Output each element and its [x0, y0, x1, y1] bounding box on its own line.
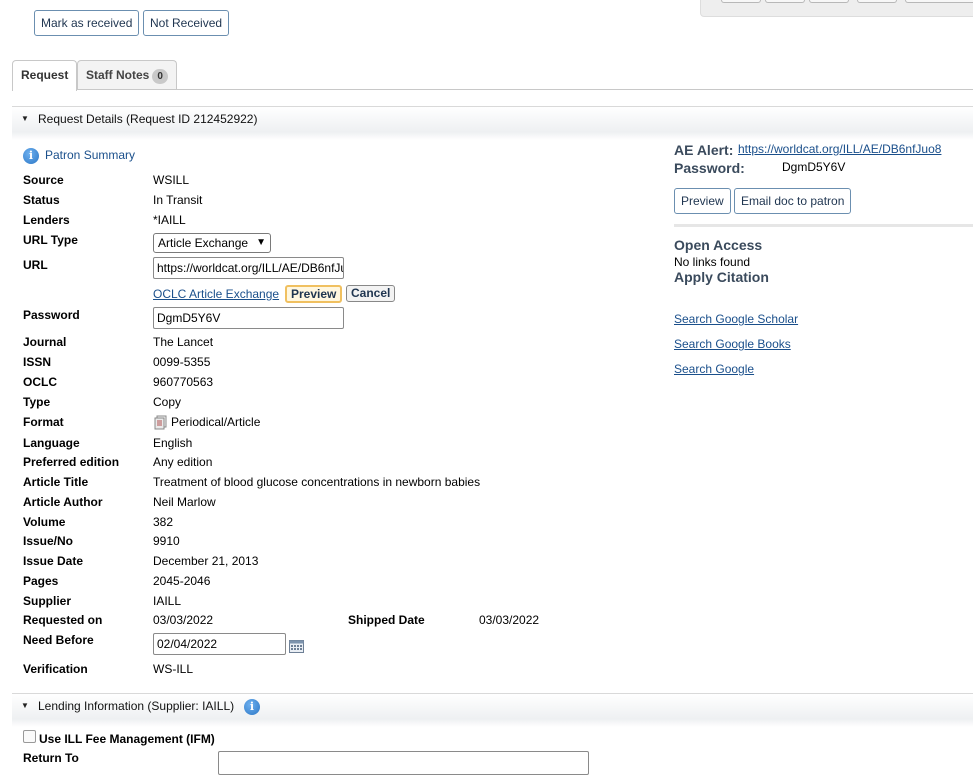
lenders-label: Lenders	[23, 213, 70, 227]
preferred-edition-value: Any edition	[153, 455, 213, 469]
shipped-date-label: Shipped Date	[348, 613, 425, 627]
request-details-title: Request Details (Request ID 212452922)	[38, 112, 258, 126]
toolbar-button[interactable]	[765, 0, 805, 3]
ae-password-value: DgmD5Y6V	[782, 160, 846, 174]
language-value: English	[153, 436, 193, 450]
journal-label: Journal	[23, 335, 67, 349]
tab-staff-notes-label: Staff Notes	[86, 68, 150, 82]
issue-value: 9910	[153, 534, 180, 548]
source-label: Source	[23, 173, 64, 187]
article-title-value: Treatment of blood glucose concentration…	[153, 475, 481, 489]
ae-password-label: Password:	[674, 160, 745, 176]
preferred-edition-label: Preferred edition	[23, 455, 120, 469]
ifm-label: Use ILL Fee Management (IFM)	[39, 732, 215, 746]
verification-label: Verification	[23, 662, 88, 676]
oclc-article-exchange-link[interactable]: OCLC Article Exchange	[153, 287, 279, 301]
issue-label: Issue/No	[23, 534, 74, 548]
password-label: Password	[23, 308, 80, 322]
shipped-date-value: 03/03/2022	[479, 613, 540, 627]
url-input[interactable]: https://worldcat.org/ILL/AE/DB6nfJuo8	[153, 257, 344, 279]
request-details-header[interactable]: ▼ Request Details (Request ID 212452922)	[12, 106, 973, 132]
issn-label: ISSN	[23, 355, 52, 369]
info-icon[interactable]: i	[244, 699, 260, 715]
triangle-down-icon: ▼	[21, 701, 29, 710]
journal-value: The Lancet	[153, 335, 214, 349]
chevron-down-icon: ▼	[256, 237, 266, 248]
article-title-label: Article Title	[23, 475, 89, 489]
url-cancel-button[interactable]: Cancel	[346, 285, 396, 302]
search-google-link[interactable]: Search Google	[674, 362, 754, 376]
toolbar-button[interactable]	[809, 0, 849, 3]
side-divider	[674, 224, 973, 227]
section-shadow	[12, 719, 973, 727]
url-type-select[interactable]: Article Exchange ▼	[153, 233, 271, 253]
side-preview-button[interactable]: Preview	[674, 188, 731, 214]
info-icon: i	[23, 148, 39, 164]
tab-request-label: Request	[21, 68, 69, 82]
section-shadow	[12, 132, 973, 140]
search-google-scholar-link[interactable]: Search Google Scholar	[674, 312, 798, 326]
password-input[interactable]: DgmD5Y6V	[153, 307, 344, 329]
requested-on-value: 03/03/2022	[153, 613, 214, 627]
mark-as-received-button[interactable]: Mark as received	[34, 10, 140, 36]
ae-alert-link[interactable]: https://worldcat.org/ILL/AE/DB6nfJuo8	[738, 142, 941, 156]
oclc-label: OCLC	[23, 375, 57, 389]
source-value: WSILL	[153, 173, 190, 187]
calendar-icon[interactable]	[289, 639, 304, 653]
issue-date-label: Issue Date	[23, 554, 84, 568]
lending-info-header[interactable]: ▼ Lending Information (Supplier: IAILL)	[12, 693, 973, 719]
status-value: In Transit	[153, 193, 203, 207]
not-received-button[interactable]: Not Received	[143, 10, 230, 36]
oclc-value: 960770563	[153, 375, 214, 389]
toolbar-button[interactable]	[905, 0, 973, 3]
search-google-books-link[interactable]: Search Google Books	[674, 337, 791, 351]
toolbar-button[interactable]	[721, 0, 761, 3]
language-label: Language	[23, 436, 80, 450]
status-label: Status	[23, 193, 60, 207]
toolbar-button[interactable]	[857, 0, 897, 3]
periodical-icon	[154, 415, 167, 430]
staff-notes-count-badge: 0	[152, 69, 168, 84]
format-label: Format	[23, 415, 64, 429]
url-type-label: URL Type	[23, 233, 78, 247]
pages-value: 2045-2046	[153, 574, 211, 588]
url-label: URL	[23, 258, 48, 272]
supplier-value: IAILL	[153, 594, 182, 608]
lending-info-title: Lending Information (Supplier: IAILL)	[38, 699, 235, 713]
article-author-label: Article Author	[23, 495, 103, 509]
issue-date-value: December 21, 2013	[153, 554, 259, 568]
verification-value: WS-ILL	[153, 662, 194, 676]
volume-label: Volume	[23, 515, 66, 529]
top-toolbar	[700, 0, 973, 17]
return-to-input[interactable]	[218, 751, 589, 775]
need-before-input[interactable]: 02/04/2022	[153, 633, 286, 655]
open-access-text: No links found	[674, 255, 751, 269]
url-preview-button[interactable]: Preview	[285, 285, 343, 303]
format-value: Periodical/Article	[171, 415, 261, 429]
open-access-heading: Open Access	[674, 237, 763, 253]
tab-staff-notes[interactable]: Staff Notes 0	[77, 60, 177, 90]
lenders-value: *IAILL	[153, 213, 186, 227]
return-to-label: Return To	[23, 751, 79, 765]
ae-alert-label: AE Alert:	[674, 142, 734, 158]
url-type-selected: Article Exchange	[158, 236, 249, 250]
article-author-value: Neil Marlow	[153, 495, 216, 509]
tab-request[interactable]: Request	[12, 60, 78, 91]
type-label: Type	[23, 395, 51, 409]
email-doc-to-patron-button[interactable]: Email doc to patron	[734, 188, 852, 214]
patron-summary-link[interactable]: Patron Summary	[45, 148, 135, 162]
issn-value: 0099-5355	[153, 355, 211, 369]
triangle-down-icon: ▼	[21, 114, 29, 123]
requested-on-label: Requested on	[23, 613, 103, 627]
supplier-label: Supplier	[23, 594, 72, 608]
tab-divider	[12, 89, 973, 90]
type-value: Copy	[153, 395, 182, 409]
ifm-checkbox[interactable]	[23, 730, 36, 743]
volume-value: 382	[153, 515, 174, 529]
need-before-label: Need Before	[23, 633, 94, 647]
pages-label: Pages	[23, 574, 59, 588]
apply-citation-heading: Apply Citation	[674, 269, 769, 285]
